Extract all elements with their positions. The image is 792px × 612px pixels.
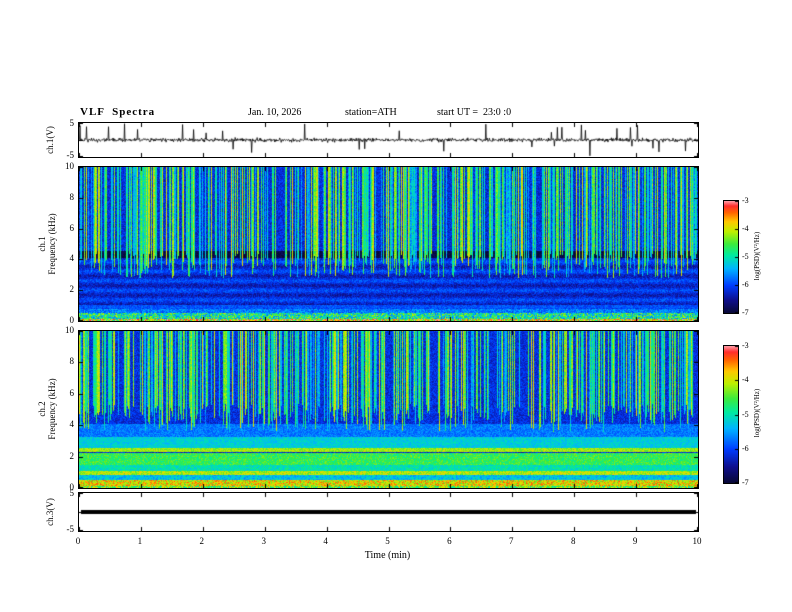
- colorbar-tick-label: -5: [742, 252, 749, 261]
- ch1-waveform-panel: [78, 122, 699, 158]
- y-tick-label: 6: [69, 387, 75, 398]
- x-tick-label: 9: [632, 536, 638, 546]
- colorbar-tick-label: -4: [742, 224, 749, 233]
- y-tick-label: 5: [69, 488, 75, 498]
- y-tick-label: 5: [69, 118, 75, 128]
- vlf-spectra-figure: VLF Spectra Jan. 10, 2026 station=ATH st…: [0, 0, 792, 612]
- y-tick-label: 8: [69, 356, 75, 367]
- colorbar-tick-label: -4: [742, 375, 749, 385]
- ch1-spec-ylabel-line1: ch.1: [37, 236, 47, 252]
- ch1-spec-ylabel-line2: Frequency (kHz): [47, 213, 57, 275]
- ch1-spectrogram-panel: [78, 166, 699, 322]
- x-tick-label: 5: [385, 536, 390, 546]
- station-label: station=ATH: [345, 107, 397, 118]
- y-tick-label: 4: [69, 253, 75, 264]
- colorbar-tick-label: -5: [742, 409, 749, 419]
- colorbar-tick-label: -7: [742, 478, 749, 487]
- y-tick-label: 2: [69, 450, 75, 461]
- ch2-colorbar-canvas: [724, 346, 738, 483]
- plot-title: VLF Spectra: [80, 106, 156, 118]
- x-tick-label: 7: [509, 536, 514, 546]
- ch1-colorbar: [723, 200, 739, 314]
- start-ut-label: start UT = 23:0 :0: [437, 107, 512, 118]
- ch1-colorbar-canvas: [724, 201, 738, 313]
- colorbar-tick-label: -6: [742, 280, 749, 289]
- ch3-waveform-panel: [78, 492, 699, 532]
- x-tick-label: 10: [692, 536, 702, 546]
- ch2-spectrogram-panel: [78, 330, 699, 489]
- x-tick-label: 6: [447, 536, 452, 546]
- ch2-spec-ylabel-line2: Frequency (kHz): [47, 378, 57, 440]
- x-axis-title: Time (min): [364, 550, 411, 561]
- colorbar-tick-label: -3: [742, 341, 749, 350]
- y-tick-label: 4: [69, 419, 75, 430]
- ch2-spec-ylabel: ch.2 Frequency (kHz): [37, 329, 57, 489]
- x-tick-label: 3: [261, 536, 266, 546]
- y-tick-label: 10: [65, 161, 74, 171]
- ch2-spectrogram-canvas: [79, 331, 698, 488]
- y-tick-label: -5: [66, 524, 75, 534]
- colorbar-tick-label: -7: [742, 308, 749, 317]
- ch2-colorbar: [723, 345, 739, 484]
- x-tick-label: 0: [75, 536, 81, 546]
- x-tick-label: 8: [570, 536, 576, 546]
- x-tick-label: 1: [137, 536, 143, 546]
- date-label: Jan. 10, 2026: [248, 107, 302, 118]
- y-tick-label: 10: [65, 325, 74, 335]
- x-tick-label: 2: [199, 536, 205, 546]
- ch1-spec-ylabel: ch.1 Frequency (kHz): [37, 164, 57, 324]
- x-tick-label: 4: [323, 536, 328, 546]
- y-tick-label: 2: [69, 284, 75, 295]
- ch1-waveform-canvas: [79, 123, 698, 157]
- y-tick-label: -5: [66, 150, 75, 160]
- colorbar-tick-label: -6: [742, 443, 749, 453]
- ch1-spectrogram-canvas: [79, 167, 698, 321]
- ch3-waveform-canvas: [79, 493, 698, 531]
- y-tick-label: 8: [69, 191, 75, 202]
- colorbar-tick-label: -3: [742, 196, 749, 205]
- ch2-spec-ylabel-line1: ch.2: [37, 401, 47, 417]
- y-tick-label: 0: [69, 315, 75, 325]
- y-tick-label: 6: [69, 222, 75, 233]
